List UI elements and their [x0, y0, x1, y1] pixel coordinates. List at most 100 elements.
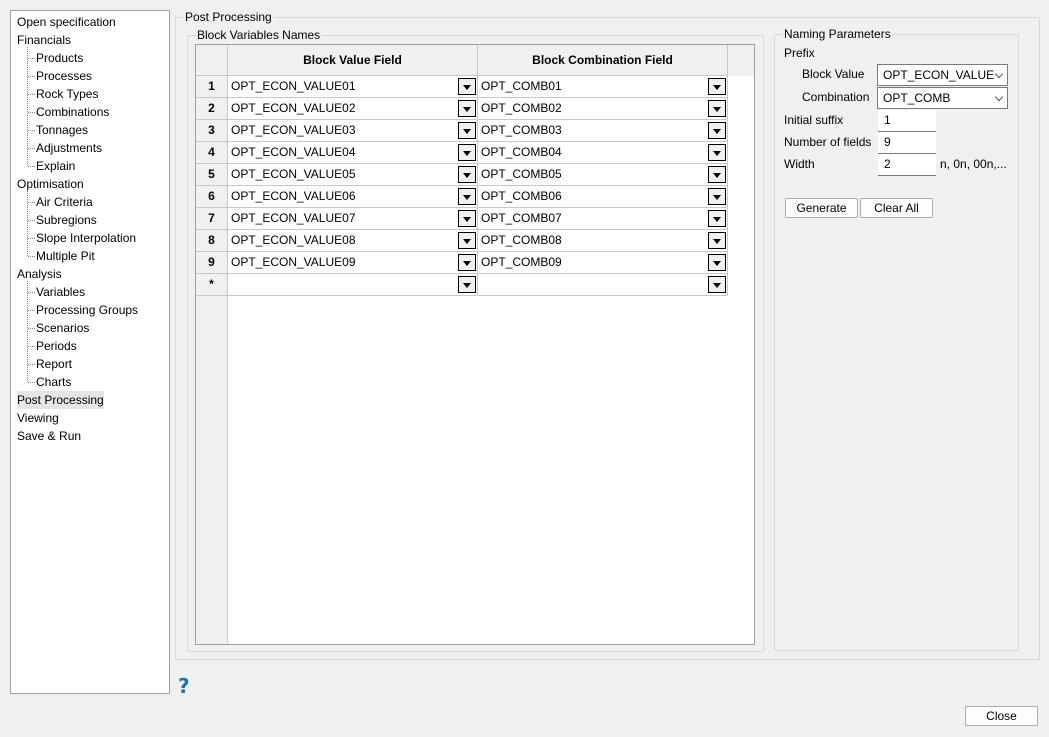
block-combination-cell[interactable]: OPT_COMB03 [478, 120, 728, 142]
dropdown-arrow-icon[interactable] [458, 100, 476, 117]
help-icon[interactable]: ? [178, 674, 190, 698]
nav-item-multiple-pit[interactable]: Multiple Pit [36, 247, 95, 265]
nav-item-post-processing[interactable]: Post Processing [17, 391, 104, 409]
block-combination-cell[interactable]: OPT_COMB06 [478, 186, 728, 208]
block-combination-cell[interactable]: OPT_COMB01 [478, 76, 728, 98]
initial-suffix-label: Initial suffix [784, 113, 844, 127]
block-value-label: Block Value [802, 67, 865, 81]
block-value-cell[interactable]: OPT_ECON_VALUE01 [228, 76, 478, 98]
block-value-text: OPT_ECON_VALUE09 [231, 255, 356, 269]
nav-item-air-criteria[interactable]: Air Criteria [36, 193, 93, 211]
row-number[interactable]: 4 [196, 142, 228, 164]
dropdown-arrow-icon[interactable] [708, 210, 726, 227]
dropdown-arrow-icon[interactable] [458, 276, 476, 293]
block-value-cell[interactable] [228, 274, 478, 296]
dropdown-arrow-icon[interactable] [458, 188, 476, 205]
block-combination-cell[interactable] [478, 274, 728, 296]
close-button[interactable]: Close [965, 706, 1038, 726]
row-number[interactable]: 3 [196, 120, 228, 142]
block-combination-text: OPT_COMB09 [481, 255, 562, 269]
row-number[interactable]: 7 [196, 208, 228, 230]
nav-item-combinations[interactable]: Combinations [36, 103, 109, 121]
dropdown-arrow-icon[interactable] [708, 254, 726, 271]
tree-connector [28, 346, 35, 347]
initial-suffix-input[interactable]: 1 [878, 110, 936, 132]
block-value-cell[interactable]: OPT_ECON_VALUE02 [228, 98, 478, 120]
tree-connector [28, 166, 35, 167]
nav-item-save-run[interactable]: Save & Run [17, 427, 81, 445]
tree-connector [28, 112, 35, 113]
dropdown-arrow-icon[interactable] [458, 166, 476, 183]
block-combination-cell[interactable]: OPT_COMB04 [478, 142, 728, 164]
block-value-prefix-value: OPT_ECON_VALUE [883, 68, 995, 82]
nav-item-variables[interactable]: Variables [36, 283, 85, 301]
block-combination-cell[interactable]: OPT_COMB02 [478, 98, 728, 120]
block-value-cell[interactable]: OPT_ECON_VALUE06 [228, 186, 478, 208]
nav-item-processes[interactable]: Processes [36, 67, 92, 85]
nav-item-processing-groups[interactable]: Processing Groups [36, 301, 138, 319]
dropdown-arrow-icon[interactable] [458, 254, 476, 271]
dropdown-arrow-icon[interactable] [458, 78, 476, 95]
nav-item-tonnages[interactable]: Tonnages [36, 121, 88, 139]
block-value-cell[interactable]: OPT_ECON_VALUE05 [228, 164, 478, 186]
nav-item-explain[interactable]: Explain [36, 157, 75, 175]
tree-line [27, 47, 28, 166]
nav-item-rock-types[interactable]: Rock Types [36, 85, 98, 103]
nav-item-financials[interactable]: Financials [17, 31, 71, 49]
row-number[interactable]: 9 [196, 252, 228, 274]
block-value-text: OPT_ECON_VALUE07 [231, 211, 356, 225]
nav-item-viewing[interactable]: Viewing [17, 409, 59, 427]
block-value-cell[interactable]: OPT_ECON_VALUE09 [228, 252, 478, 274]
navigation-tree[interactable]: Open specification Financials Products Proc… [10, 10, 170, 694]
width-label: Width [784, 157, 815, 171]
block-combination-cell[interactable]: OPT_COMB05 [478, 164, 728, 186]
row-number[interactable]: 6 [196, 186, 228, 208]
nav-item-slope-interpolation[interactable]: Slope Interpolation [36, 229, 136, 247]
nav-item-charts[interactable]: Charts [36, 373, 71, 391]
block-combination-cell[interactable]: OPT_COMB08 [478, 230, 728, 252]
dropdown-arrow-icon[interactable] [708, 78, 726, 95]
nav-item-subregions[interactable]: Subregions [36, 211, 97, 229]
row-number[interactable]: 8 [196, 230, 228, 252]
combination-prefix-select[interactable]: OPT_COMB [877, 87, 1008, 109]
dropdown-arrow-icon[interactable] [458, 122, 476, 139]
block-value-prefix-select[interactable]: OPT_ECON_VALUE [877, 64, 1008, 86]
block-value-cell[interactable]: OPT_ECON_VALUE04 [228, 142, 478, 164]
block-value-cell[interactable]: OPT_ECON_VALUE07 [228, 208, 478, 230]
dropdown-arrow-icon[interactable] [458, 210, 476, 227]
chevron-down-icon [994, 92, 1004, 102]
nav-item-products[interactable]: Products [36, 49, 83, 67]
dropdown-arrow-icon[interactable] [708, 232, 726, 249]
nav-item-open-specification[interactable]: Open specification [17, 13, 116, 31]
dropdown-arrow-icon[interactable] [708, 188, 726, 205]
dropdown-arrow-icon[interactable] [708, 276, 726, 293]
dropdown-arrow-icon[interactable] [458, 232, 476, 249]
width-input[interactable]: 2 [878, 154, 936, 176]
dropdown-arrow-icon[interactable] [708, 122, 726, 139]
block-variables-grid[interactable]: Block Value Field Block Combination Fiel… [195, 44, 755, 645]
dropdown-arrow-icon[interactable] [708, 166, 726, 183]
number-of-fields-input[interactable]: 9 [878, 132, 936, 154]
block-value-cell[interactable]: OPT_ECON_VALUE03 [228, 120, 478, 142]
row-number[interactable]: * [196, 274, 228, 296]
generate-button[interactable]: Generate [785, 198, 858, 218]
nav-item-report[interactable]: Report [36, 355, 72, 373]
block-combination-cell[interactable]: OPT_COMB09 [478, 252, 728, 274]
dropdown-arrow-icon[interactable] [708, 100, 726, 117]
row-number[interactable]: 2 [196, 98, 228, 120]
row-number[interactable]: 1 [196, 76, 228, 98]
clear-all-button[interactable]: Clear All [860, 198, 933, 218]
row-number[interactable]: 5 [196, 164, 228, 186]
nav-item-periods[interactable]: Periods [36, 337, 77, 355]
nav-item-analysis[interactable]: Analysis [17, 265, 62, 283]
dropdown-arrow-icon[interactable] [458, 144, 476, 161]
corner-header [196, 45, 228, 76]
nav-item-scenarios[interactable]: Scenarios [36, 319, 89, 337]
column-header-block-value[interactable]: Block Value Field [228, 45, 478, 76]
nav-item-adjustments[interactable]: Adjustments [36, 139, 102, 157]
block-combination-cell[interactable]: OPT_COMB07 [478, 208, 728, 230]
column-header-block-combination[interactable]: Block Combination Field [478, 45, 728, 76]
block-value-cell[interactable]: OPT_ECON_VALUE08 [228, 230, 478, 252]
block-value-text: OPT_ECON_VALUE01 [231, 79, 356, 93]
dropdown-arrow-icon[interactable] [708, 144, 726, 161]
